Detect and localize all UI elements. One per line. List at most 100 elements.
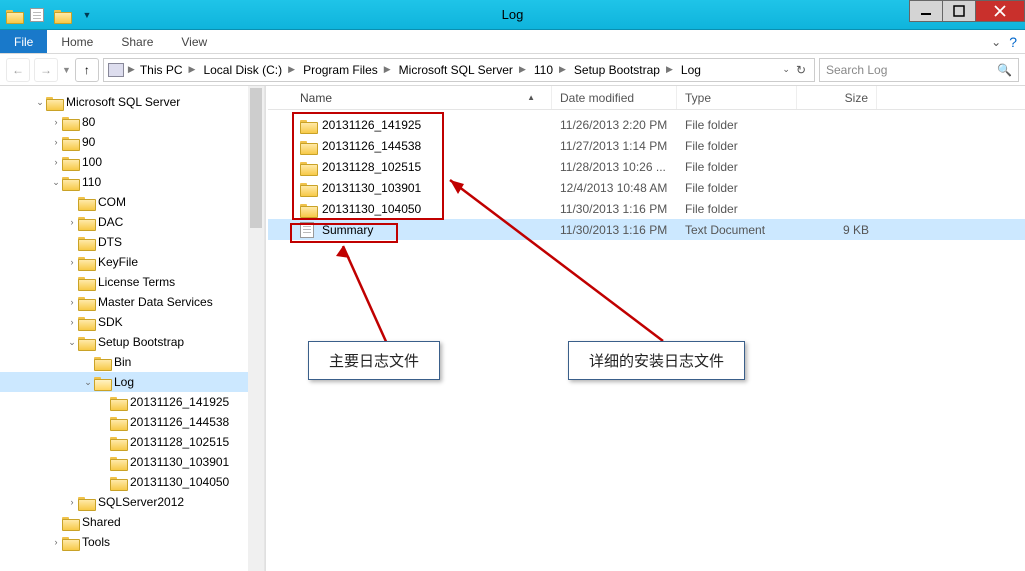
- crumb[interactable]: 110▶: [531, 63, 571, 77]
- file-date: 11/28/2013 10:26 ...: [552, 160, 677, 174]
- tree-item[interactable]: ›DAC: [0, 212, 264, 232]
- tree-item[interactable]: ⌄Log: [0, 372, 264, 392]
- tree-item[interactable]: ⌄Setup Bootstrap: [0, 332, 264, 352]
- crumb-label: Microsoft SQL Server: [399, 63, 513, 77]
- nav-forward-button[interactable]: →: [34, 58, 58, 82]
- tree-item[interactable]: 20131126_141925: [0, 392, 264, 412]
- close-button[interactable]: [975, 0, 1025, 22]
- tree-item[interactable]: 20131130_103901: [0, 452, 264, 472]
- crumb[interactable]: Setup Bootstrap▶: [571, 63, 678, 77]
- tree-item[interactable]: › 90: [0, 132, 264, 152]
- tree-item-label: 20131126_144538: [128, 415, 229, 429]
- folder-icon: [110, 415, 126, 429]
- crumb[interactable]: Microsoft SQL Server ▶: [396, 63, 531, 77]
- list-row[interactable]: 20131130_10390112/4/2013 10:48 AMFile fo…: [268, 177, 1025, 198]
- chevron-right-icon[interactable]: ›: [50, 537, 62, 547]
- chevron-right-icon[interactable]: ›: [66, 497, 78, 507]
- tree-item[interactable]: › Master Data Services: [0, 292, 264, 312]
- search-input[interactable]: 🔍: [819, 58, 1019, 82]
- tree-item[interactable]: ›SQLServer2012: [0, 492, 264, 512]
- nav-back-button[interactable]: ←: [6, 58, 30, 82]
- crumb-label: Log: [681, 63, 701, 77]
- list-row[interactable]: 20131126_14192511/26/2013 2:20 PMFile fo…: [268, 114, 1025, 135]
- chevron-right-icon[interactable]: ▶: [286, 64, 297, 75]
- tree-item[interactable]: License Terms: [0, 272, 264, 292]
- tree-scrollbar[interactable]: [248, 86, 264, 571]
- list-row[interactable]: 20131130_10405011/30/2013 1:16 PMFile fo…: [268, 198, 1025, 219]
- chevron-right-icon[interactable]: ▶: [664, 64, 675, 75]
- list-row[interactable]: Summary11/30/2013 1:16 PMText Document9 …: [268, 219, 1025, 240]
- tab-share[interactable]: Share: [107, 30, 167, 53]
- tree-item[interactable]: ›100: [0, 152, 264, 172]
- quick-access-toolbar: ▼: [0, 4, 98, 26]
- tree-item[interactable]: ⌄Microsoft SQL Server: [0, 92, 264, 112]
- nav-history-dropdown-icon[interactable]: ▼: [62, 65, 71, 75]
- column-size[interactable]: Size: [797, 86, 877, 109]
- chevron-right-icon[interactable]: ▶: [126, 64, 137, 75]
- maximize-button[interactable]: [942, 0, 976, 22]
- nav-tree[interactable]: ⌄Microsoft SQL Server›80›90›100⌄110COM›D…: [0, 86, 265, 571]
- chevron-right-icon[interactable]: ▶: [187, 64, 198, 75]
- crumb[interactable]: Program Files ▶: [300, 63, 396, 77]
- refresh-icon[interactable]: ↻: [796, 63, 806, 77]
- column-name[interactable]: Name▲: [292, 86, 552, 109]
- column-type[interactable]: Type: [677, 86, 797, 109]
- tree-item[interactable]: DTS: [0, 232, 264, 252]
- chevron-right-icon[interactable]: ›: [66, 317, 78, 327]
- qat-dropdown-icon[interactable]: ▼: [76, 4, 98, 26]
- chevron-right-icon[interactable]: ▶: [557, 64, 568, 75]
- properties-icon[interactable]: [28, 4, 50, 26]
- chevron-right-icon[interactable]: ›: [50, 137, 62, 147]
- chevron-down-icon[interactable]: ⌄: [82, 377, 94, 388]
- tree-item-label: 90: [80, 135, 95, 149]
- chevron-right-icon[interactable]: ▶: [382, 64, 393, 75]
- tree-item-label: Master Data Services: [96, 295, 213, 309]
- chevron-right-icon[interactable]: ›: [50, 117, 62, 127]
- new-folder-icon[interactable]: [52, 4, 74, 26]
- chevron-right-icon[interactable]: ›: [66, 217, 78, 227]
- tree-item[interactable]: ›80: [0, 112, 264, 132]
- explorer-icon[interactable]: [4, 4, 26, 26]
- breadcrumb[interactable]: ▶ This PC▶ Local Disk (C:)▶ Program File…: [103, 58, 815, 82]
- folder-icon: [62, 535, 78, 549]
- crumb[interactable]: This PC▶: [137, 63, 201, 77]
- list-row[interactable]: 20131126_14453811/27/2013 1:14 PMFile fo…: [268, 135, 1025, 156]
- list-row[interactable]: 20131128_10251511/28/2013 10:26 ...File …: [268, 156, 1025, 177]
- ribbon-expand-icon[interactable]: ⌄: [991, 35, 1001, 49]
- tree-item-label: COM: [96, 195, 126, 209]
- crumb[interactable]: Local Disk (C:)▶: [200, 63, 300, 77]
- chevron-right-icon[interactable]: ›: [50, 157, 62, 167]
- tree-item[interactable]: COM: [0, 192, 264, 212]
- chevron-right-icon[interactable]: ▶: [517, 64, 528, 75]
- tab-home[interactable]: Home: [47, 30, 107, 53]
- minimize-button[interactable]: [909, 0, 943, 22]
- scrollbar-thumb[interactable]: [250, 88, 262, 228]
- tab-view[interactable]: View: [167, 30, 221, 53]
- tree-item[interactable]: ›SDK: [0, 312, 264, 332]
- crumb[interactable]: Log: [678, 63, 704, 77]
- help-icon[interactable]: ?: [1009, 34, 1017, 50]
- ribbon: File Home Share View ⌄ ?: [0, 30, 1025, 54]
- file-date: 11/27/2013 1:14 PM: [552, 139, 677, 153]
- nav-up-button[interactable]: ↑: [75, 58, 99, 82]
- crumb-label: Program Files: [303, 63, 378, 77]
- breadcrumb-dropdown-icon[interactable]: ⌄: [782, 64, 790, 75]
- tree-item[interactable]: 20131130_104050: [0, 472, 264, 492]
- tree-item[interactable]: Shared: [0, 512, 264, 532]
- tab-file[interactable]: File: [0, 30, 47, 53]
- tree-item[interactable]: ›KeyFile: [0, 252, 264, 272]
- column-date[interactable]: Date modified: [552, 86, 677, 109]
- tree-item[interactable]: ⌄ 110: [0, 172, 264, 192]
- chevron-down-icon[interactable]: ⌄: [34, 97, 46, 108]
- chevron-right-icon[interactable]: ›: [66, 257, 78, 267]
- chevron-right-icon[interactable]: ›: [66, 297, 78, 307]
- file-date: 11/26/2013 2:20 PM: [552, 118, 677, 132]
- tree-item[interactable]: 20131128_102515: [0, 432, 264, 452]
- search-field[interactable]: [826, 63, 997, 77]
- tree-item-label: 110: [80, 175, 101, 189]
- tree-item[interactable]: 20131126_144538: [0, 412, 264, 432]
- chevron-down-icon[interactable]: ⌄: [66, 337, 78, 348]
- chevron-down-icon[interactable]: ⌄: [50, 177, 62, 188]
- tree-item[interactable]: Bin: [0, 352, 264, 372]
- tree-item[interactable]: ›Tools: [0, 532, 264, 552]
